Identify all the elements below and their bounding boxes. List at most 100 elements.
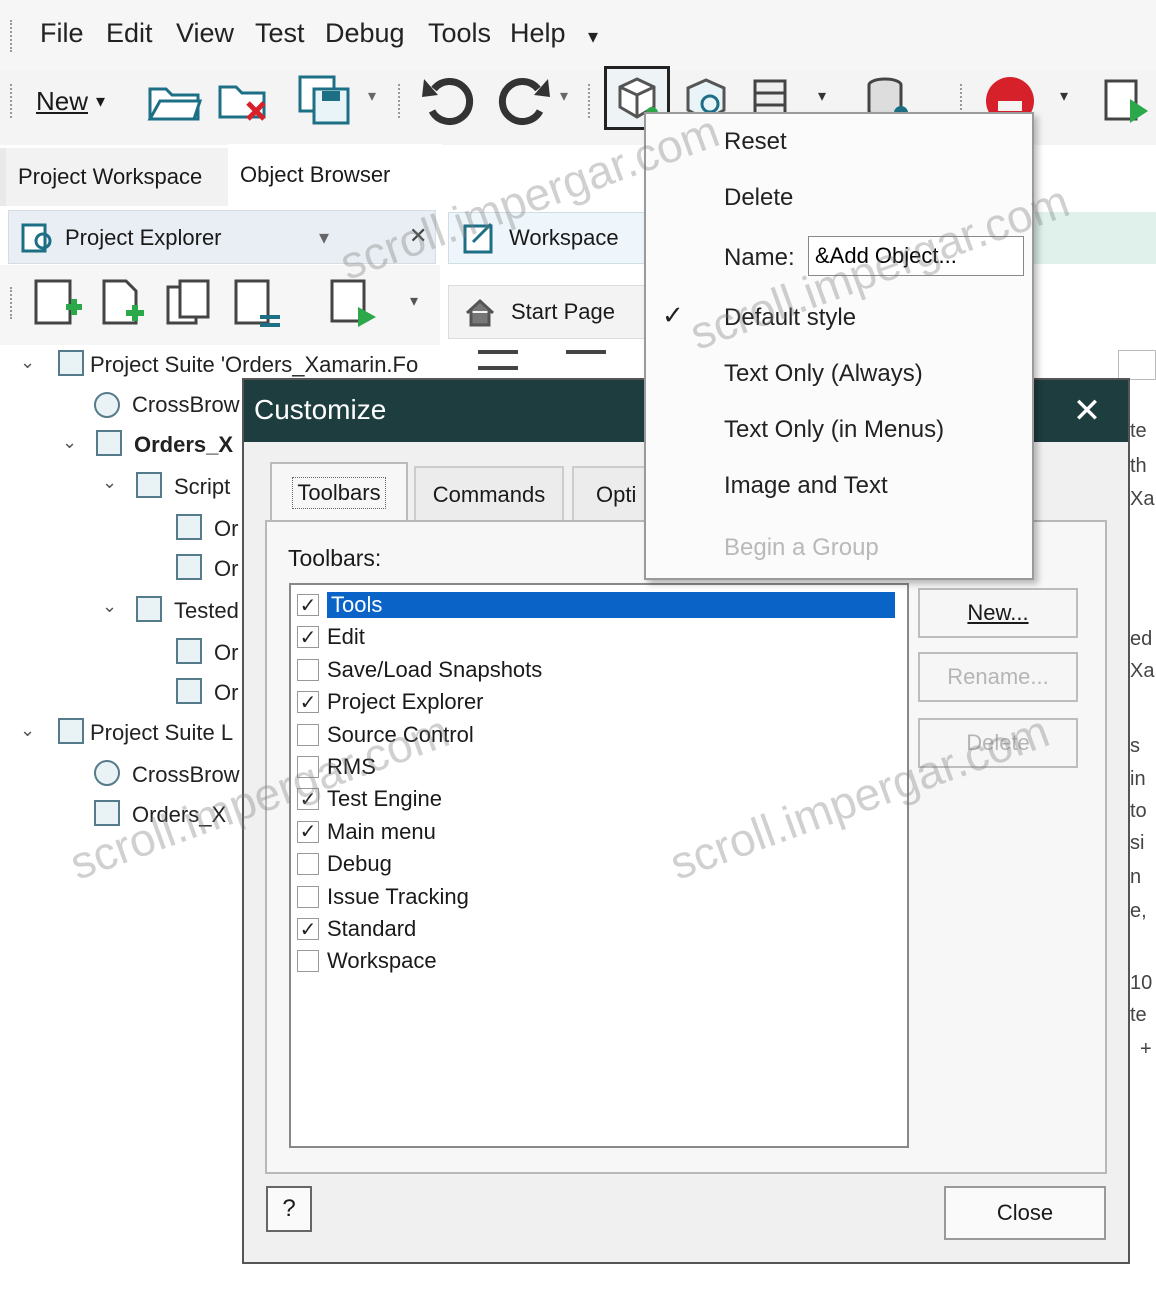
menu-view[interactable]: View [176, 18, 234, 49]
tab-commands[interactable]: Commands [414, 466, 564, 522]
tree-item[interactable]: Project Suite 'Orders_Xamarin.Fo [90, 352, 418, 378]
toolbar-list-item[interactable]: Workspace [295, 945, 903, 977]
background-text: si [1130, 832, 1145, 854]
menu-item-text-only-in-menus[interactable]: Text Only (in Menus) [724, 416, 944, 444]
tree-item[interactable]: Or [214, 640, 238, 666]
properties-icon[interactable] [230, 277, 286, 333]
explorer-toolbar-grip[interactable] [10, 287, 16, 319]
menu-bar-grip[interactable] [10, 20, 16, 52]
redo-icon[interactable] [492, 72, 554, 130]
tree-item[interactable]: Project Suite L [90, 720, 233, 746]
toolbar-grip-2[interactable] [398, 84, 404, 118]
expand-arrow-icon[interactable]: ⌄ [102, 596, 117, 617]
close-icon[interactable]: ✕ [1064, 388, 1110, 434]
tab-options[interactable]: Opti [572, 466, 646, 522]
toolbar-checkbox[interactable]: ✓ [297, 626, 319, 649]
toolbar-list-item[interactable]: ✓ Project Explorer [295, 686, 903, 718]
search-box[interactable] [1118, 350, 1156, 380]
pin-icon[interactable]: ▾ [319, 225, 329, 250]
rename-toolbar-button[interactable]: Rename... [918, 652, 1078, 702]
toolbars-list[interactable]: ✓ Tools ✓ Edit Save/Load Snapshots ✓ Project E… [289, 583, 909, 1148]
toolbar-grip[interactable] [10, 84, 16, 118]
toolbar-list-item-label: Tools [327, 592, 895, 618]
tree-item[interactable]: CrossBrow [132, 392, 240, 418]
background-text: te [1130, 420, 1147, 442]
toolbar-checkbox[interactable] [297, 950, 319, 973]
close-button[interactable]: Close [944, 1186, 1106, 1240]
new-toolbar-button[interactable]: New... [918, 588, 1078, 638]
align-center-icon[interactable] [566, 350, 606, 370]
tree-item[interactable]: Tested [174, 598, 239, 624]
toolbar-checkbox[interactable]: ✓ [297, 594, 319, 617]
close-project-icon[interactable] [214, 74, 274, 128]
tree-item[interactable]: Orders_X [134, 432, 233, 458]
undo-icon[interactable] [418, 72, 480, 130]
menu-item-text-only-always[interactable]: Text Only (Always) [724, 360, 923, 388]
menu-item-delete[interactable]: Delete [724, 184, 793, 212]
toolbar-list-item[interactable]: Issue Tracking [295, 881, 903, 913]
toolbar-list-item[interactable]: ✓ Tools [295, 589, 903, 621]
toolbar-checkbox[interactable] [297, 885, 319, 908]
menu-file[interactable]: File [40, 18, 84, 49]
tab-options-label: Opti [596, 482, 637, 507]
toolbar-list-item[interactable]: ✓ Edit [295, 621, 903, 653]
menu-edit[interactable]: Edit [106, 18, 153, 49]
toolbar-checkbox[interactable]: ✓ [297, 691, 319, 714]
toolbar-checkbox[interactable]: ✓ [297, 918, 319, 941]
tab-toolbars[interactable]: Toolbars [270, 462, 408, 522]
copy-items-icon[interactable] [162, 277, 218, 333]
expand-arrow-icon[interactable]: ⌄ [102, 472, 117, 493]
menu-item-image-and-text[interactable]: Image and Text [724, 472, 888, 500]
tab-start-page[interactable]: Start Page [448, 285, 648, 339]
menu-tools[interactable]: Tools [428, 18, 491, 49]
project-suite-icon [58, 350, 84, 376]
background-text: Xa [1130, 488, 1155, 510]
left-panel-tabs: Project Workspace Object Browser [0, 144, 442, 206]
redo-dropdown-icon[interactable]: ▾ [560, 86, 568, 106]
toolbar-checkbox[interactable]: ✓ [297, 820, 319, 843]
toolbar-grip-3[interactable] [588, 84, 594, 118]
tab-commands-label: Commands [432, 482, 546, 507]
menu-item-reset[interactable]: Reset [724, 128, 787, 156]
menu-test[interactable]: Test [255, 18, 305, 49]
tab-object-browser[interactable]: Object Browser [228, 144, 442, 206]
tree-item[interactable]: Or [214, 680, 238, 706]
menu-debug[interactable]: Debug [325, 18, 405, 49]
background-text: in [1130, 768, 1146, 790]
toolbar-checkbox[interactable] [297, 853, 319, 876]
help-button[interactable]: ? [266, 1186, 312, 1232]
record-dropdown-icon[interactable]: ▾ [1060, 86, 1068, 106]
add-new-item-icon[interactable] [30, 277, 86, 333]
toolbar-list-item-label: Edit [327, 624, 365, 650]
tested-app-icon [176, 678, 202, 704]
run-test-icon[interactable] [1094, 72, 1154, 130]
toolbar-list-item[interactable]: Debug [295, 848, 903, 880]
crossbrowser-icon [94, 760, 120, 786]
add-existing-item-icon[interactable] [96, 277, 152, 333]
background-text: ed [1130, 628, 1153, 650]
expand-arrow-icon[interactable]: ⌄ [20, 352, 35, 373]
tree-item[interactable]: Or [214, 516, 238, 542]
tab-project-workspace[interactable]: Project Workspace [6, 148, 240, 206]
menu-help[interactable]: Help [510, 18, 566, 49]
stores-dropdown-icon[interactable]: ▾ [818, 86, 826, 106]
toolbar-list-item[interactable]: ✓ Standard [295, 913, 903, 945]
toolbar-checkbox[interactable] [297, 723, 319, 746]
tree-item[interactable]: Or [214, 556, 238, 582]
toolbar-list-item-label: Main menu [327, 818, 436, 844]
background-text: 10 [1130, 972, 1153, 994]
toolbar-checkbox[interactable] [297, 658, 319, 681]
expand-arrow-icon[interactable]: ⌄ [62, 432, 77, 453]
align-left-icon[interactable] [478, 350, 518, 370]
save-dropdown-icon[interactable]: ▾ [368, 86, 376, 106]
home-icon [465, 298, 495, 327]
open-folder-icon[interactable] [144, 74, 204, 128]
menu-overflow-icon[interactable]: ▾ [588, 24, 598, 49]
tree-item[interactable]: Script [174, 474, 230, 500]
toolbar-list-item[interactable]: Save/Load Snapshots [295, 654, 903, 686]
new-button[interactable]: New ▾ [36, 78, 105, 124]
menu-item-name: Name: [724, 244, 795, 271]
save-all-icon[interactable] [292, 72, 356, 128]
explorer-dropdown-icon[interactable]: ▾ [410, 291, 418, 311]
expand-arrow-icon[interactable]: ⌄ [20, 720, 35, 741]
